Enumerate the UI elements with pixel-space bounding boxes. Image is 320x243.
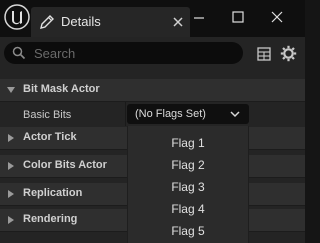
category-label: Replication (23, 187, 83, 199)
basic-bits-dropdown[interactable]: (No Flags Set) (127, 104, 249, 124)
minimize-icon[interactable] (192, 10, 206, 24)
property-matrix-icon[interactable] (257, 47, 271, 61)
pencil-icon (40, 15, 54, 29)
expand-arrow-right-icon (8, 216, 14, 224)
close-window-icon[interactable] (270, 10, 284, 24)
flags-dropdown-menu: Flag 1 Flag 2 Flag 3 Flag 4 Flag 5 (127, 126, 249, 243)
tab-title: Details (61, 14, 101, 29)
unreal-logo-icon[interactable] (4, 4, 30, 30)
tab-details[interactable]: Details (31, 7, 190, 37)
gear-icon[interactable] (280, 45, 297, 62)
search-icon (12, 46, 26, 60)
column-divider[interactable] (125, 102, 126, 126)
category-label: Color Bits Actor (23, 159, 107, 171)
expand-arrow-right-icon (8, 134, 14, 142)
menu-item-flag-4[interactable]: Flag 4 (128, 198, 248, 220)
category-bit-mask-actor[interactable]: Bit Mask Actor (0, 79, 305, 102)
category-label: Rendering (23, 213, 78, 225)
maximize-icon[interactable] (231, 10, 245, 24)
title-bar: Details (0, 0, 305, 37)
category-label: Actor Tick (23, 131, 77, 143)
dropdown-value: (No Flags Set) (135, 108, 206, 120)
property-label: Basic Bits (23, 109, 72, 121)
menu-item-flag-5[interactable]: Flag 5 (128, 220, 248, 242)
expand-arrow-right-icon (8, 162, 14, 170)
close-tab-icon[interactable] (171, 15, 185, 29)
expand-arrow-down-icon (7, 87, 15, 93)
chevron-down-icon (230, 111, 240, 118)
menu-item-flag-3[interactable]: Flag 3 (128, 176, 248, 198)
search-box[interactable] (4, 42, 243, 64)
menu-item-flag-2[interactable]: Flag 2 (128, 154, 248, 176)
menu-item-flag-1[interactable]: Flag 1 (128, 132, 248, 154)
category-label: Bit Mask Actor (23, 83, 100, 95)
expand-arrow-right-icon (8, 190, 14, 198)
search-input[interactable] (34, 45, 234, 61)
